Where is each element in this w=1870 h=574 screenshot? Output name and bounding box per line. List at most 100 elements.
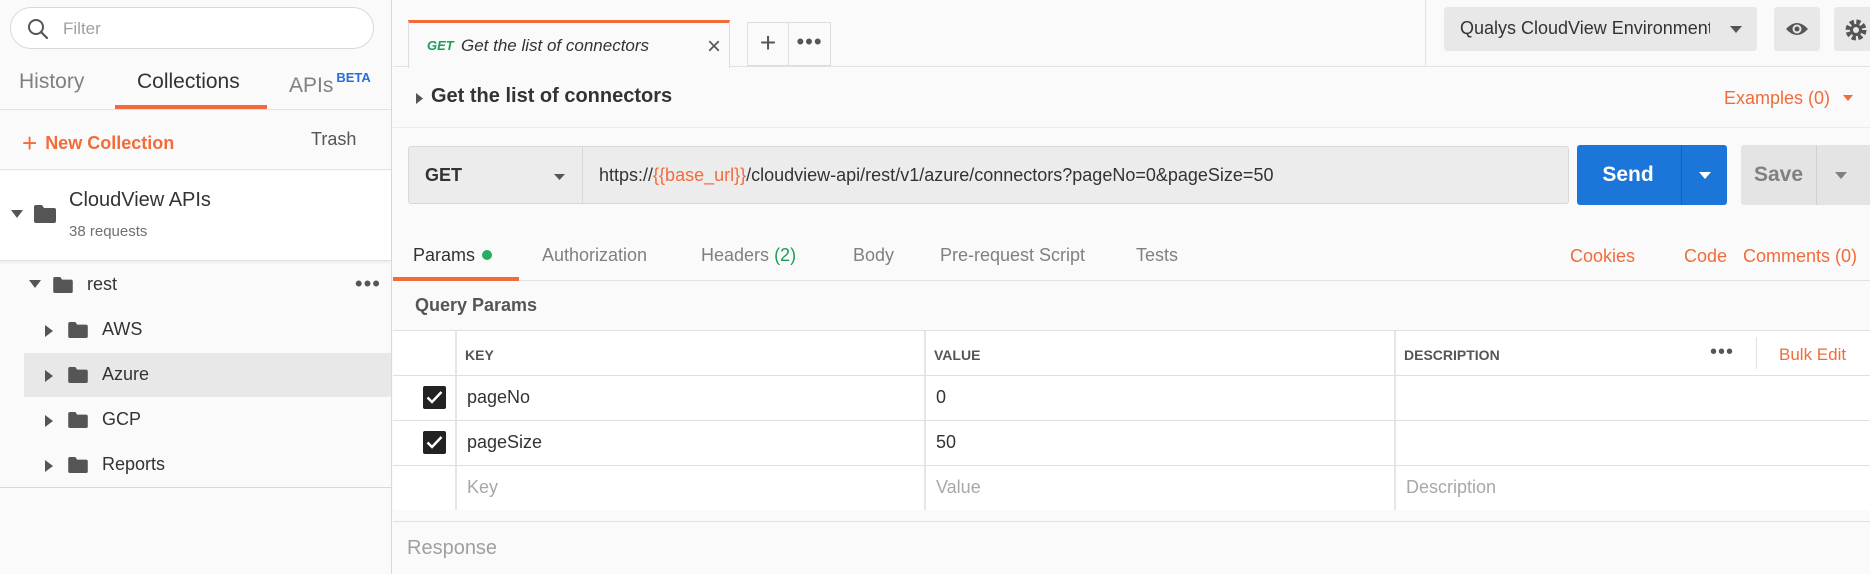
- caret-right-icon[interactable]: [44, 459, 54, 473]
- header-cell: KEY: [455, 331, 924, 375]
- header-cell: [393, 331, 455, 375]
- response-panel[interactable]: Response: [393, 521, 1870, 574]
- param-checkbox[interactable]: [423, 386, 446, 409]
- caret-right-icon[interactable]: [44, 414, 54, 428]
- param-value: 0: [936, 387, 947, 407]
- tab-method-badge: GET: [427, 38, 454, 53]
- filter-box[interactable]: [10, 7, 374, 49]
- send-button[interactable]: Send: [1577, 145, 1727, 205]
- bulk-edit-link[interactable]: Bulk Edit: [1779, 345, 1846, 365]
- environment-quick-look-button[interactable]: [1774, 7, 1820, 51]
- table-row: pageSize 50: [393, 420, 1870, 465]
- description-column-header: DESCRIPTION: [1404, 347, 1500, 363]
- gear-icon: [1845, 19, 1867, 41]
- caret-down-icon[interactable]: [1834, 171, 1848, 180]
- value-column-header: VALUE: [934, 347, 981, 363]
- request-name-row: Get the list of connectors Examples (0): [393, 68, 1870, 128]
- caret-down-icon[interactable]: [1698, 171, 1712, 180]
- plus-icon: +: [22, 128, 38, 158]
- more-options-icon[interactable]: •••: [355, 271, 381, 297]
- new-tab-button[interactable]: +: [747, 22, 789, 66]
- tree-folder-rest[interactable]: rest •••: [24, 263, 391, 307]
- divider: [1681, 145, 1682, 205]
- request-tab[interactable]: GET Get the list of connectors ×: [408, 20, 730, 68]
- tree-folder-gcp[interactable]: GCP: [24, 398, 391, 442]
- caret-down-icon[interactable]: [28, 279, 42, 289]
- tab-title: Get the list of connectors: [461, 36, 650, 55]
- description-cell[interactable]: [1394, 421, 1870, 465]
- collection-item[interactable]: CloudView APIs 38 requests: [0, 171, 391, 261]
- examples-label: Examples (0): [1723, 88, 1830, 108]
- status-dot: [482, 250, 493, 260]
- param-checkbox[interactable]: [423, 431, 446, 454]
- param-value: 50: [936, 432, 957, 452]
- settings-button[interactable]: [1834, 7, 1870, 51]
- url-input[interactable]: https://{{base_url}}/cloudview-api/rest/…: [582, 146, 1569, 204]
- tab-more-icon[interactable]: •••: [789, 22, 831, 66]
- caret-right-icon[interactable]: [44, 369, 54, 383]
- new-collection-button[interactable]: + New Collection: [22, 128, 174, 159]
- caret-down-icon[interactable]: [10, 209, 24, 219]
- request-tab-bar: GET Get the list of connectors × + ••• Q…: [393, 0, 1870, 68]
- value-placeholder: Value: [936, 477, 981, 497]
- param-key: pageNo: [467, 387, 531, 407]
- tab-history[interactable]: History: [19, 70, 84, 94]
- url-text: https://{{base_url}}/cloudview-api/rest/…: [599, 165, 1273, 186]
- code-link[interactable]: Code: [1684, 246, 1727, 267]
- active-tab-indicator: [393, 277, 519, 281]
- value-cell[interactable]: 0: [924, 376, 1394, 420]
- cookies-link[interactable]: Cookies: [1570, 246, 1635, 267]
- save-button[interactable]: Save: [1741, 145, 1870, 205]
- key-input[interactable]: Key: [455, 466, 924, 510]
- tree-folder-aws[interactable]: AWS: [24, 308, 391, 352]
- request-name[interactable]: Get the list of connectors: [431, 85, 672, 108]
- tab-tests[interactable]: Tests: [1136, 245, 1178, 266]
- caret-right-icon[interactable]: [415, 92, 424, 105]
- response-label: Response: [407, 537, 498, 559]
- value-input[interactable]: Value: [924, 466, 1394, 510]
- check-icon: [426, 391, 443, 404]
- table-row: pageNo 0: [393, 375, 1870, 420]
- check-cell: [393, 376, 455, 420]
- tree-label: Reports: [102, 454, 166, 474]
- comments-link[interactable]: Comments (0): [1743, 246, 1857, 267]
- divider: [1756, 337, 1757, 369]
- caret-down-icon: [554, 174, 565, 180]
- collection-name: CloudView APIs: [69, 189, 211, 211]
- description-input[interactable]: Description: [1394, 466, 1870, 510]
- tab-params[interactable]: Params: [413, 245, 493, 266]
- tab-params-label: Params: [413, 245, 476, 265]
- tab-headers[interactable]: Headers (2): [701, 245, 796, 266]
- filter-input[interactable]: [63, 17, 353, 41]
- tab-pre-request-script[interactable]: Pre-request Script: [940, 245, 1085, 266]
- examples-dropdown[interactable]: Examples (0): [1724, 88, 1854, 109]
- folder-icon: [68, 412, 88, 428]
- table-header: KEY VALUE DESCRIPTION ••• Bulk Edit: [393, 330, 1870, 375]
- divider: [1425, 0, 1426, 66]
- trash-button[interactable]: Trash: [311, 129, 356, 150]
- tree-folder-azure[interactable]: Azure: [24, 353, 391, 397]
- more-options-icon[interactable]: •••: [1710, 341, 1734, 364]
- caret-right-icon[interactable]: [44, 324, 54, 338]
- environment-select[interactable]: Qualys CloudView Environment: [1444, 7, 1757, 51]
- description-cell[interactable]: [1394, 376, 1870, 420]
- caret-down-icon: [1843, 95, 1853, 101]
- tree-folder-reports[interactable]: Reports: [24, 443, 391, 487]
- eye-icon: [1786, 23, 1808, 35]
- tab-authorization[interactable]: Authorization: [542, 245, 647, 266]
- folder-icon: [53, 277, 73, 293]
- collection-count: 38 requests: [69, 223, 148, 240]
- tab-body[interactable]: Body: [853, 245, 894, 266]
- divider: [1816, 145, 1817, 205]
- method-select[interactable]: GET: [408, 146, 583, 204]
- url-suffix: /cloudview-api/rest/v1/azure/connectors?…: [746, 165, 1274, 185]
- main-panel: GET Get the list of connectors × + ••• Q…: [393, 0, 1870, 574]
- tab-collections[interactable]: Collections: [137, 70, 240, 94]
- key-cell[interactable]: pageNo: [455, 376, 924, 420]
- tab-apis[interactable]: APIs BETA: [289, 70, 371, 98]
- collection-actions: + New Collection Trash: [0, 110, 391, 170]
- key-cell[interactable]: pageSize: [455, 421, 924, 465]
- value-cell[interactable]: 50: [924, 421, 1394, 465]
- close-icon[interactable]: ×: [707, 33, 721, 61]
- key-column-header: KEY: [465, 347, 494, 363]
